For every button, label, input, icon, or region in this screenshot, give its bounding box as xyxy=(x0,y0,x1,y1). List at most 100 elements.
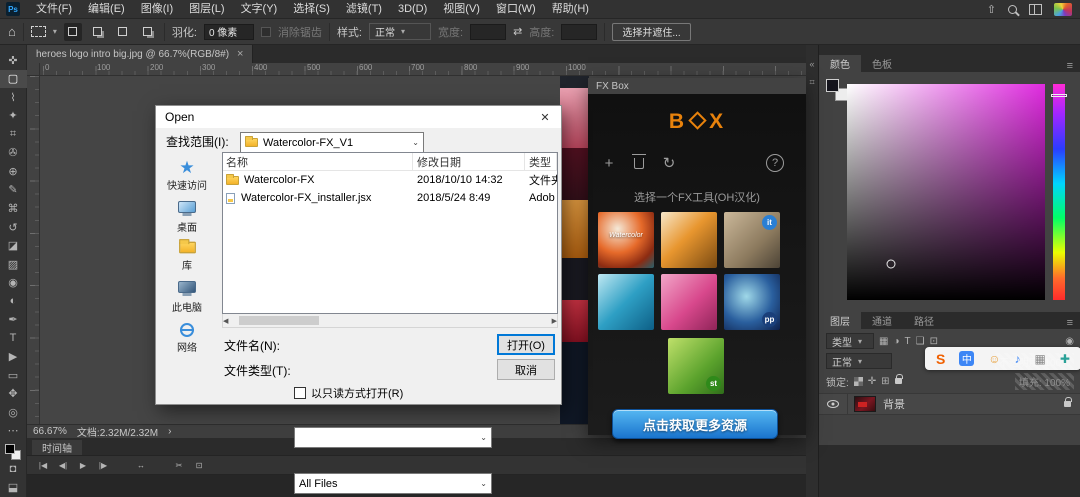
fx-tool-st-effect[interactable]: st xyxy=(668,338,724,394)
cancel-button[interactable]: 取消 xyxy=(497,359,555,380)
file-row-installer-jsx[interactable]: Watercolor-FX_installer.jsx 2018/5/24 8:… xyxy=(223,189,557,207)
scroll-right-icon[interactable]: ▶ xyxy=(552,317,557,325)
lock-transparency-icon[interactable] xyxy=(853,376,863,386)
tool-type[interactable]: T xyxy=(0,329,27,348)
tab-channels[interactable]: 通道 xyxy=(861,312,903,329)
column-date-modified[interactable]: 修改日期 xyxy=(413,153,525,171)
close-tab-icon[interactable]: × xyxy=(237,48,243,60)
column-type[interactable]: 类型 xyxy=(525,153,557,171)
selection-mode-intersect[interactable] xyxy=(139,23,157,41)
ime-keyboard-icon[interactable]: ▦ xyxy=(1035,352,1046,366)
go-to-first-frame-button[interactable]: |◀ xyxy=(35,458,51,473)
fx-get-more-resources-button[interactable]: 点击获取更多资源 xyxy=(612,409,778,439)
tool-crop[interactable]: ⌗ xyxy=(0,125,27,144)
menu-item-3d[interactable]: 3D(D) xyxy=(390,0,435,19)
fx-delete-button[interactable] xyxy=(628,152,650,174)
vertical-ruler[interactable] xyxy=(27,76,40,424)
ime-toolbox-icon[interactable]: ✚ xyxy=(1060,352,1070,366)
ime-emoji-icon[interactable]: ☺ xyxy=(988,352,1000,366)
saturation-brightness-field[interactable] xyxy=(847,84,1045,300)
hue-slider[interactable] xyxy=(1053,84,1065,300)
filename-input[interactable]: ⌄ xyxy=(294,427,492,448)
fx-tool-architecture[interactable]: it xyxy=(724,212,780,268)
hue-slider-marker[interactable] xyxy=(1051,94,1067,97)
tool-zoom[interactable]: ◎ xyxy=(0,403,27,422)
sidebar-item-quick-access[interactable]: ★ 快速访问 xyxy=(156,159,218,192)
readonly-checkbox[interactable] xyxy=(294,387,306,399)
layer-filter-type-select[interactable]: 类型 ▾ xyxy=(826,333,874,349)
fx-tool-pink-portrait[interactable] xyxy=(661,274,717,330)
blend-mode-select[interactable]: 正常 ▾ xyxy=(826,353,892,369)
tool-eyedropper[interactable]: ✇ xyxy=(0,144,27,163)
color-field-marker[interactable] xyxy=(886,259,896,269)
open-button[interactable]: 打开(O) xyxy=(497,334,555,355)
dialog-title-bar[interactable]: Open xyxy=(156,106,561,128)
tool-blur[interactable]: ◉ xyxy=(0,273,27,292)
filter-smart-objects-icon[interactable]: ⊡ xyxy=(930,336,938,347)
fx-help-button[interactable]: ? xyxy=(766,154,784,172)
horizontal-ruler[interactable]: 0 100 200 300 400 500 600 700 800 900 10… xyxy=(40,63,818,76)
filter-pixel-layers-icon[interactable]: ▦ xyxy=(879,336,888,347)
column-name[interactable]: 名称 xyxy=(223,153,413,171)
tool-pen[interactable]: ✒ xyxy=(0,310,27,329)
audio-mute-button[interactable]: ↔ xyxy=(133,458,149,473)
menu-item-image[interactable]: 图像(I) xyxy=(133,0,181,19)
menu-item-edit[interactable]: 编辑(E) xyxy=(80,0,133,19)
screen-mode-icon[interactable]: ⬓ xyxy=(0,478,27,497)
ime-voice-icon[interactable]: ♪ xyxy=(1015,352,1021,366)
tool-gradient[interactable]: ▨ xyxy=(0,255,27,274)
share-icon[interactable]: ⇧ xyxy=(987,3,996,16)
tab-paths[interactable]: 路径 xyxy=(903,312,945,329)
search-icon[interactable] xyxy=(1008,4,1017,14)
layers-panel-menu-icon[interactable]: ≡ xyxy=(1067,317,1080,329)
layer-visibility-eye-icon[interactable] xyxy=(827,400,839,408)
file-row-watercolor-fx[interactable]: Watercolor-FX 2018/10/10 14:32 文件夹 xyxy=(223,171,557,189)
collapse-panels-icon[interactable]: « xyxy=(809,59,814,69)
selection-mode-subtract[interactable] xyxy=(114,23,132,41)
active-tool-icon[interactable] xyxy=(30,26,46,37)
dialog-close-button[interactable]: ✕ xyxy=(529,106,561,128)
document-tab[interactable]: heroes logo intro big.jpg @ 66.7%(RGB/8#… xyxy=(27,45,254,63)
fill-control[interactable]: 填充: 100% xyxy=(1014,372,1074,390)
filetype-select[interactable]: All Files ⌄ xyxy=(294,473,492,494)
zoom-level[interactable]: 66.67% xyxy=(33,426,67,437)
scroll-left-icon[interactable]: ◀ xyxy=(223,317,228,325)
tab-timeline[interactable]: 时间轴 xyxy=(32,440,82,455)
ime-logo-icon[interactable]: S xyxy=(936,351,945,367)
color-panel-menu-icon[interactable]: ≡ xyxy=(1067,60,1080,72)
feather-input[interactable]: 0 像素 xyxy=(203,23,254,40)
look-in-combo[interactable]: Watercolor-FX_V1 ⌄ xyxy=(240,132,424,153)
menu-item-view[interactable]: 视图(V) xyxy=(435,0,488,19)
tool-dodge[interactable]: ◐ xyxy=(0,292,27,311)
menu-item-layer[interactable]: 图层(L) xyxy=(181,0,232,19)
height-input[interactable] xyxy=(561,23,598,40)
menu-item-help[interactable]: 帮助(H) xyxy=(544,0,597,19)
transition-button[interactable]: ⊡ xyxy=(191,458,207,473)
filter-shape-layers-icon[interactable]: ❑ xyxy=(916,336,925,347)
previous-frame-button[interactable]: ◀| xyxy=(55,458,71,473)
menu-item-select[interactable]: 选择(S) xyxy=(285,0,338,19)
layer-thumbnail[interactable] xyxy=(854,396,876,412)
tab-color[interactable]: 颜色 xyxy=(819,55,861,72)
style-select[interactable]: 正常 ▾ xyxy=(369,23,431,40)
tool-eraser[interactable]: ◪ xyxy=(0,236,27,255)
sidebar-item-desktop[interactable]: 桌面 xyxy=(156,201,218,234)
foreground-background-swatches[interactable] xyxy=(5,444,21,460)
tool-path-selection[interactable]: ▶ xyxy=(0,348,27,367)
swap-dimensions-icon[interactable]: ⇄ xyxy=(513,25,522,38)
lock-all-icon[interactable] xyxy=(894,374,903,384)
quick-mask-icon[interactable]: ◘ xyxy=(0,460,27,479)
menu-item-window[interactable]: 窗口(W) xyxy=(488,0,544,19)
lock-position-icon[interactable]: ✛ xyxy=(868,376,876,387)
toolbar-ellipsis-icon[interactable]: ⋯ xyxy=(0,422,27,441)
fx-refresh-button[interactable]: ↻ xyxy=(658,152,680,174)
tool-rectangular-marquee[interactable]: ▢ xyxy=(0,69,27,89)
tool-hand[interactable]: ✥ xyxy=(0,385,27,404)
tool-history-brush[interactable]: ↺ xyxy=(0,218,27,237)
tool-brush[interactable]: ✎ xyxy=(0,181,27,200)
sidebar-item-libraries[interactable]: 库 xyxy=(156,239,218,272)
color-panel-swatches[interactable] xyxy=(826,79,848,101)
menu-item-type[interactable]: 文字(Y) xyxy=(233,0,286,19)
ime-language-icon[interactable]: 中 xyxy=(959,351,975,366)
scrollbar-thumb[interactable] xyxy=(239,316,319,325)
